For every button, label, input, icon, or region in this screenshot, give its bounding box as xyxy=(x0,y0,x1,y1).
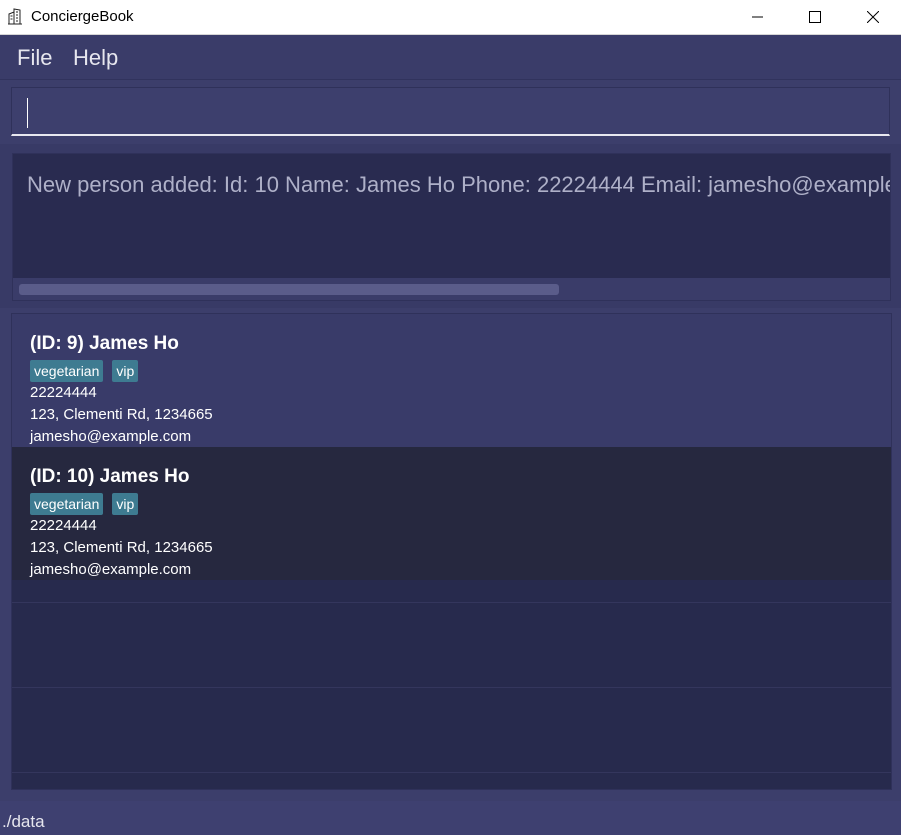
close-button[interactable] xyxy=(845,0,901,34)
row-divider xyxy=(12,602,891,603)
maximize-icon xyxy=(809,11,821,23)
result-display[interactable]: New person added: Id: 10 Name: James Ho … xyxy=(12,153,891,301)
person-phone: 22224444 xyxy=(30,517,97,534)
person-address: 123, Clementi Rd, 1234665 xyxy=(30,539,213,556)
person-name: (ID: 10) James Ho xyxy=(30,466,190,487)
command-input[interactable] xyxy=(11,87,890,136)
person-card-selected[interactable]: (ID: 10) James Ho vegetarian vip 2222444… xyxy=(12,447,891,580)
title-bar: ConciergeBook xyxy=(0,0,901,35)
result-message: New person added: Id: 10 Name: James Ho … xyxy=(27,172,891,197)
command-box-area xyxy=(0,80,901,142)
building-icon xyxy=(7,8,23,25)
person-card[interactable]: (ID: 9) James Ho vegetarian vip 22224444… xyxy=(12,314,891,447)
person-list[interactable]: (ID: 9) James Ho vegetarian vip 22224444… xyxy=(11,313,892,790)
tag-badge: vegetarian xyxy=(30,360,104,382)
close-icon xyxy=(867,11,879,23)
status-bar: ./data xyxy=(0,801,901,835)
data-path: ./data xyxy=(2,812,45,831)
scrollbar-thumb[interactable] xyxy=(19,284,559,295)
person-phone: 22224444 xyxy=(30,384,97,401)
result-display-area: New person added: Id: 10 Name: James Ho … xyxy=(0,144,901,308)
horizontal-scrollbar[interactable] xyxy=(13,278,890,300)
tag-list: vegetarian vip xyxy=(30,493,139,515)
person-email: jamesho@example.com xyxy=(30,428,192,445)
minimize-icon xyxy=(752,16,763,18)
tag-badge: vip xyxy=(112,360,139,382)
person-email: jamesho@example.com xyxy=(30,561,192,578)
person-list-area: (ID: 9) James Ho vegetarian vip 22224444… xyxy=(0,309,901,801)
tag-badge: vegetarian xyxy=(30,493,104,515)
person-address: 123, Clementi Rd, 1234665 xyxy=(30,406,213,423)
row-divider xyxy=(12,687,891,688)
text-caret xyxy=(27,98,28,128)
menu-help[interactable]: Help xyxy=(73,45,118,71)
tag-badge: vip xyxy=(112,493,139,515)
window-title: ConciergeBook xyxy=(31,8,134,25)
person-name: (ID: 9) James Ho xyxy=(30,333,179,354)
tag-list: vegetarian vip xyxy=(30,360,139,382)
menu-file[interactable]: File xyxy=(17,45,52,71)
minimize-button[interactable] xyxy=(730,0,786,34)
maximize-button[interactable] xyxy=(787,0,843,34)
menu-bar: File Help xyxy=(0,35,901,80)
row-divider xyxy=(12,772,891,773)
